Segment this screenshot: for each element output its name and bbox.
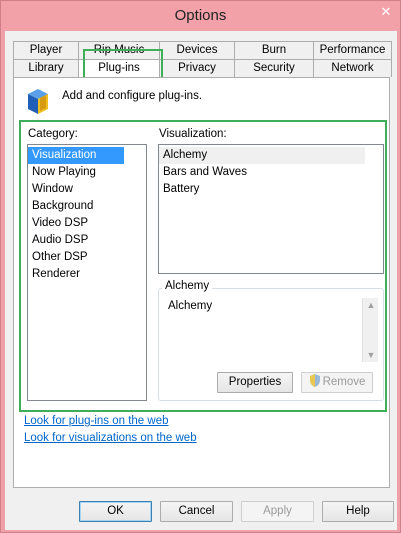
- help-button-label: Help: [346, 505, 370, 517]
- ok-button[interactable]: OK: [79, 501, 152, 522]
- cancel-button[interactable]: Cancel: [160, 501, 233, 522]
- visualizations-web-link[interactable]: Look for visualizations on the web: [24, 432, 197, 444]
- tab-burn[interactable]: Burn: [234, 41, 314, 59]
- category-item[interactable]: Now Playing: [28, 164, 146, 181]
- dialog-client-area: Player Rip Music Devices Burn Performanc…: [5, 31, 397, 530]
- tab-library[interactable]: Library: [13, 59, 79, 77]
- cancel-button-label: Cancel: [178, 505, 215, 517]
- window-title: Options: [174, 7, 227, 24]
- properties-button[interactable]: Properties: [217, 372, 293, 393]
- tab-network[interactable]: Network: [313, 59, 392, 77]
- remove-button[interactable]: Remove: [301, 372, 373, 393]
- visualization-item[interactable]: Battery: [159, 181, 383, 198]
- close-icon[interactable]: ✕: [376, 3, 396, 21]
- category-list[interactable]: Visualization Now Playing Window Backgro…: [27, 144, 147, 401]
- plugin-description-text: Alchemy: [168, 300, 213, 312]
- category-item[interactable]: Background: [28, 198, 146, 215]
- plugins-web-link[interactable]: Look for plug-ins on the web: [24, 415, 168, 427]
- plugins-tab-panel: Add and configure plug-ins. Category: Vi…: [13, 77, 390, 488]
- visualization-item[interactable]: Bars and Waves: [159, 164, 383, 181]
- plugin-box-icon: [28, 89, 48, 114]
- category-item[interactable]: Window: [28, 181, 146, 198]
- ok-button-label: OK: [107, 505, 124, 517]
- category-label: Category:: [28, 128, 78, 140]
- details-group-title: Alchemy: [162, 280, 213, 292]
- tab-performance[interactable]: Performance: [313, 41, 392, 59]
- category-item[interactable]: Renderer: [28, 266, 146, 283]
- tab-row-top: Player Rip Music Devices Burn Performanc…: [13, 41, 392, 59]
- header-description: Add and configure plug-ins.: [62, 90, 203, 102]
- category-item[interactable]: Other DSP: [28, 249, 146, 266]
- visualization-label: Visualization:: [159, 128, 227, 140]
- title-bar[interactable]: Options ✕: [1, 1, 400, 31]
- category-item[interactable]: Visualization: [28, 147, 124, 164]
- apply-button-label: Apply: [263, 505, 292, 517]
- tab-rip-music[interactable]: Rip Music: [78, 41, 160, 59]
- visualization-list[interactable]: Alchemy Bars and Waves Battery: [158, 144, 384, 274]
- plugin-description: Alchemy ▲ ▼: [164, 298, 378, 362]
- tab-row-bottom: Library Plug-ins Privacy Security Networ…: [13, 59, 392, 77]
- tab-security[interactable]: Security: [234, 59, 314, 77]
- tab-plug-ins[interactable]: Plug-ins: [78, 59, 160, 77]
- help-button[interactable]: Help: [322, 501, 394, 522]
- tab-player[interactable]: Player: [13, 41, 79, 59]
- options-window: Options ✕ Player Rip Music Devices Burn …: [0, 0, 401, 533]
- category-item[interactable]: Video DSP: [28, 215, 146, 232]
- description-scrollbar[interactable]: ▲ ▼: [362, 298, 378, 362]
- remove-button-label: Remove: [322, 376, 366, 388]
- scroll-up-icon[interactable]: ▲: [363, 298, 379, 312]
- visualization-item[interactable]: Alchemy: [159, 147, 365, 164]
- tab-privacy[interactable]: Privacy: [159, 59, 235, 77]
- apply-button[interactable]: Apply: [241, 501, 314, 522]
- uac-shield-icon: [309, 374, 320, 387]
- tab-devices[interactable]: Devices: [159, 41, 235, 59]
- scroll-down-icon[interactable]: ▼: [363, 348, 379, 362]
- properties-button-label: Properties: [228, 376, 282, 388]
- category-item[interactable]: Audio DSP: [28, 232, 146, 249]
